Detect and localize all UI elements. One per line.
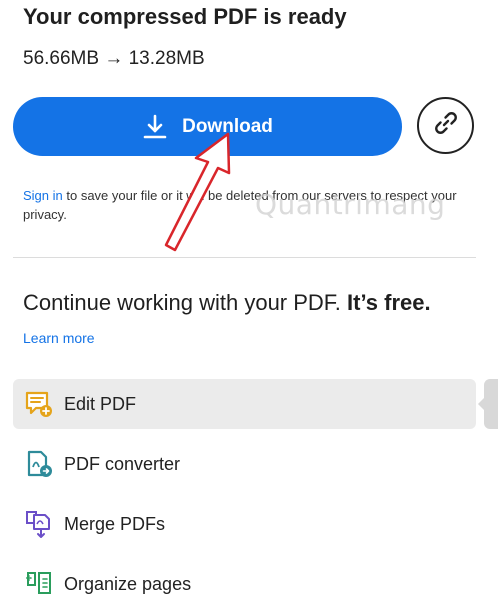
tool-pdf-converter[interactable]: PDF converter xyxy=(13,439,476,489)
pdf-converter-icon xyxy=(24,449,54,479)
continue-heading-text: Continue working with your PDF. xyxy=(23,290,341,315)
page-title: Your compressed PDF is ready xyxy=(23,4,347,29)
learn-more-link[interactable]: Learn more xyxy=(23,330,95,346)
side-panel-tab[interactable] xyxy=(478,379,498,429)
annotation-arrow-icon xyxy=(164,132,231,252)
tool-merge-pdfs[interactable]: Merge PDFs xyxy=(13,499,476,549)
link-icon xyxy=(433,110,459,141)
tool-edit-pdf[interactable]: Edit PDF xyxy=(13,379,476,429)
tool-label: PDF converter xyxy=(64,453,181,474)
section-divider xyxy=(13,257,476,258)
compression-size-info: 56.66MB → 13.28MB xyxy=(23,48,205,69)
tool-label: Organize pages xyxy=(64,573,192,594)
watermark-logo: Quantrimang xyxy=(255,188,446,221)
tool-label: Merge PDFs xyxy=(64,513,166,534)
sign-in-link[interactable]: Sign in xyxy=(23,188,63,203)
copy-link-button[interactable] xyxy=(417,97,474,154)
edit-pdf-icon xyxy=(24,389,54,419)
continue-heading: Continue working with your PDF. It’s fre… xyxy=(23,290,431,316)
tool-label: Edit PDF xyxy=(64,393,137,414)
merge-pdfs-icon xyxy=(24,509,54,539)
continue-heading-strong: It’s free. xyxy=(347,290,431,315)
organize-pages-icon xyxy=(24,569,54,599)
tool-organize-pages[interactable]: Organize pages xyxy=(13,559,476,609)
